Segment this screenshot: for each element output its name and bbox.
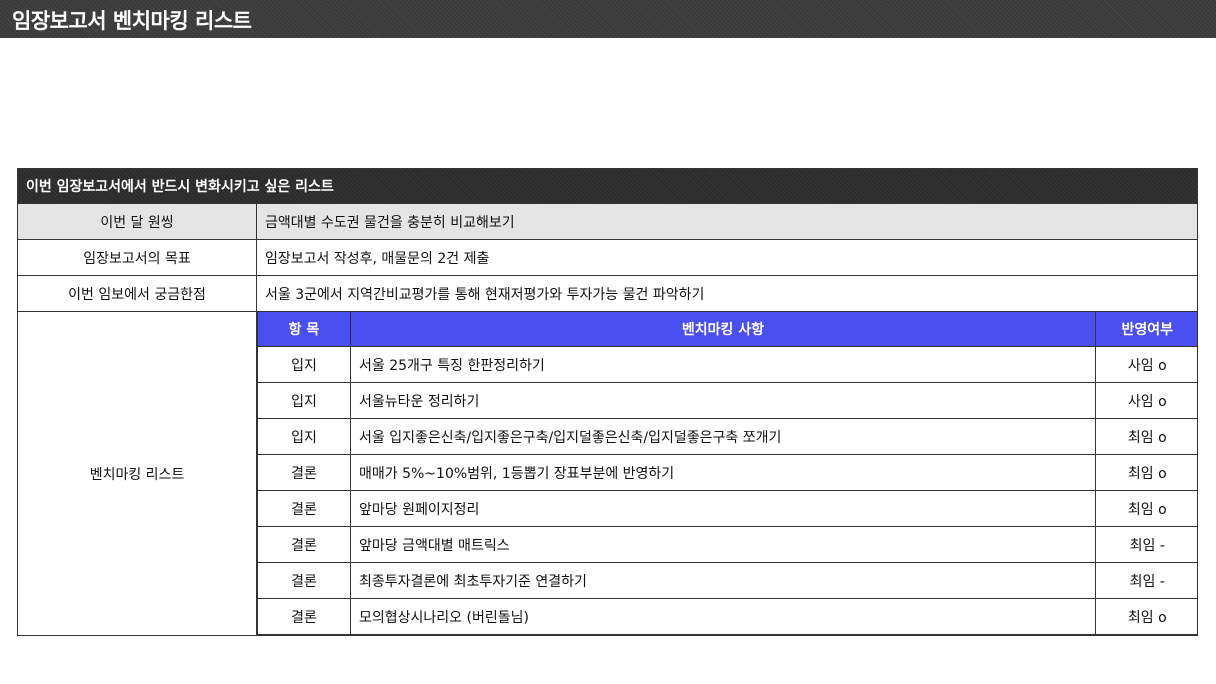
row-value: 임장보고서 작성후, 매물문의 2건 제출 [255,239,1199,276]
benchmark-status: 최임 o [1095,490,1197,527]
table-banner: 이번 임장보고서에서 반드시 변화시키고 싶은 리스트 [16,168,1199,204]
page-title: 임장보고서 벤치마킹 리스트 [12,9,252,33]
benchmark-item: 최종투자결론에 최초투자기준 연결하기 [350,562,1096,599]
benchmark-status: 최임 - [1095,526,1197,563]
row-label: 이번 임보에서 궁금한점 [17,275,257,312]
page-header: 임장보고서 벤치마킹 리스트 [0,0,1216,38]
benchmark-item: 앞마당 금액대별 매트릭스 [350,526,1096,563]
table-row: 이번 달 원씽 금액대별 수도권 물건을 충분히 비교해보기 [17,203,1199,240]
benchmark-item: 서울 입지좋은신축/입지좋은구축/입지덜좋은신축/입지덜좋은구축 쪼개기 [350,418,1096,455]
row-value: 금액대별 수도권 물건을 충분히 비교해보기 [255,203,1199,240]
benchmark-section: 벤치마킹 리스트 항 목 벤치마킹 사항 반영여부 입지 서울 25개구 특징 … [17,311,1199,636]
benchmark-row: 입지 서울뉴타운 정리하기 사임 o [257,382,1197,419]
benchmark-category: 결론 [257,526,351,563]
benchmark-status: 사임 o [1095,382,1197,419]
table-row: 이번 임보에서 궁금한점 서울 3군에서 지역간비교평가를 통해 현재저평가와 … [17,275,1199,312]
benchmark-row: 결론 앞마당 원페이지정리 최임 o [257,490,1197,527]
benchmark-item: 모의협상시나리오 (버린돌님) [350,598,1096,635]
benchmark-status: 최임 o [1095,418,1197,455]
table-banner-row: 이번 임장보고서에서 반드시 변화시키고 싶은 리스트 [16,168,1199,204]
benchmark-item: 서울뉴타운 정리하기 [350,382,1096,419]
benchmark-row: 결론 앞마당 금액대별 매트릭스 최임 - [257,526,1197,563]
benchmark-category: 입지 [257,418,351,455]
benchmark-category: 입지 [257,382,351,419]
benchmark-category: 결론 [257,454,351,491]
benchmark-row: 입지 서울 25개구 특징 한판정리하기 사임 o [257,346,1197,383]
benchmark-category: 결론 [257,598,351,635]
benchmark-cell: 항 목 벤치마킹 사항 반영여부 입지 서울 25개구 특징 한판정리하기 사임… [255,311,1199,636]
benchmark-status: 사임 o [1095,346,1197,383]
benchmark-status: 최임 o [1095,598,1197,635]
benchmark-row: 결론 모의협상시나리오 (버린돌님) 최임 o [257,598,1197,635]
benchmark-status: 최임 - [1095,562,1197,599]
row-label: 임장보고서의 목표 [17,239,257,276]
benchmark-list-label: 벤치마킹 리스트 [17,311,257,636]
column-header-status: 반영여부 [1095,312,1197,347]
benchmark-item: 매매가 5%~10%범위, 1등뽑기 장표부분에 반영하기 [350,454,1096,491]
benchmark-row: 입지 서울 입지좋은신축/입지좋은구축/입지덜좋은신축/입지덜좋은구축 쪼개기 … [257,418,1197,455]
table-row: 임장보고서의 목표 임장보고서 작성후, 매물문의 2건 제출 [17,239,1199,276]
benchmark-item: 서울 25개구 특징 한판정리하기 [350,346,1096,383]
column-header-category: 항 목 [257,312,351,347]
benchmark-row: 결론 매매가 5%~10%범위, 1등뽑기 장표부분에 반영하기 최임 o [257,454,1197,491]
benchmark-table: 항 목 벤치마킹 사항 반영여부 입지 서울 25개구 특징 한판정리하기 사임… [257,312,1197,635]
row-value: 서울 3군에서 지역간비교평가를 통해 현재저평가와 투자가능 물건 파악하기 [255,275,1199,312]
row-label: 이번 달 원씽 [17,203,257,240]
benchmark-status: 최임 o [1095,454,1197,491]
benchmark-category: 결론 [257,562,351,599]
table-banner-text: 이번 임장보고서에서 반드시 변화시키고 싶은 리스트 [26,179,334,195]
benchmark-item: 앞마당 원페이지정리 [350,490,1096,527]
column-header-item: 벤치마킹 사항 [350,312,1096,347]
benchmark-header-row: 항 목 벤치마킹 사항 반영여부 [257,312,1197,347]
benchmark-document-table: 이번 임장보고서에서 반드시 변화시키고 싶은 리스트 이번 달 원씽 금액대별… [16,168,1199,636]
benchmark-category: 결론 [257,490,351,527]
benchmark-category: 입지 [257,346,351,383]
benchmark-row: 결론 최종투자결론에 최초투자기준 연결하기 최임 - [257,562,1197,599]
